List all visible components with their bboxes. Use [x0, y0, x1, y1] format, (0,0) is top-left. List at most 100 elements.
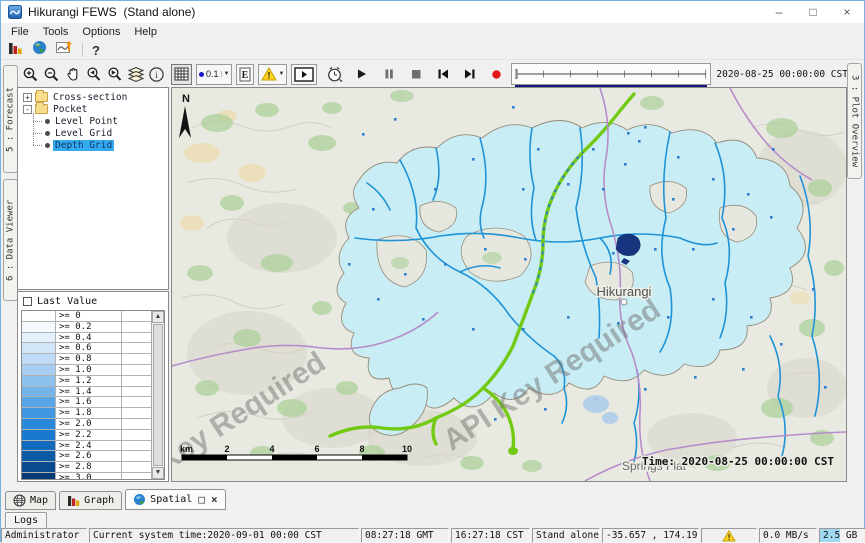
close-button[interactable]: ×: [830, 1, 864, 23]
legend-color-swatch: [22, 343, 56, 353]
tree-item-label[interactable]: Pocket: [51, 104, 89, 115]
timeline-slider[interactable]: [511, 63, 711, 85]
legend-color-swatch: [22, 419, 56, 429]
tree-item-label[interactable]: Cross-section: [51, 92, 129, 103]
legend-row: >= 2.8: [22, 462, 151, 473]
legend-row: >= 0.4: [22, 333, 151, 344]
legend-value-label: >= 0.8: [56, 354, 122, 364]
record-button[interactable]: [487, 64, 506, 84]
legend-value-label: >= 1.6: [56, 397, 122, 407]
scrollbar-thumb[interactable]: [153, 324, 163, 466]
legend-row: >= 1.8: [22, 408, 151, 419]
legend-row: >= 1.2: [22, 376, 151, 387]
pan-hand-button[interactable]: [63, 64, 82, 84]
legend-value-label: >= 2.2: [56, 430, 122, 440]
maximize-button[interactable]: □: [796, 1, 830, 23]
tree-item-label[interactable]: Level Point: [53, 116, 120, 127]
menu-help[interactable]: Help: [127, 26, 164, 38]
map-toolbar: i 0.1▼ E ! ▼: [21, 61, 847, 87]
stop-button[interactable]: [406, 64, 425, 84]
play-button[interactable]: [352, 64, 371, 84]
skip-to-start-button[interactable]: [433, 64, 452, 84]
legend-value-label: >= 1.8: [56, 408, 122, 418]
map-time-label: Time: 2020-08-25 00:00:00 CST: [642, 455, 834, 468]
skip-to-end-button[interactable]: [460, 64, 479, 84]
menu-tools[interactable]: Tools: [36, 26, 76, 38]
zoom-next-button[interactable]: [105, 64, 124, 84]
pause-button[interactable]: [379, 64, 398, 84]
zoom-in-button[interactable]: [21, 64, 40, 84]
tab-graph[interactable]: Graph: [59, 491, 122, 510]
contour-dot-icon: [199, 72, 204, 77]
database-chart-icon[interactable]: [8, 41, 23, 60]
tab-data-viewer[interactable]: 6 : Data Viewer: [3, 179, 18, 301]
tree-item-depth-grid[interactable]: Depth Grid: [28, 139, 168, 151]
scroll-down-icon[interactable]: ▼: [152, 467, 164, 479]
minimize-button[interactable]: –: [762, 1, 796, 23]
bullet-icon: [45, 119, 50, 124]
tree-item-cross-section[interactable]: + Cross-section: [23, 91, 168, 103]
folder-icon: [35, 104, 48, 114]
dock-maximize-icon[interactable]: □: [198, 493, 205, 506]
status-warning-cell[interactable]: !: [701, 528, 757, 543]
svg-text:!: !: [268, 71, 271, 81]
status-gmt-time: 08:27:18 GMT: [361, 528, 449, 543]
globe-icon[interactable]: [32, 40, 47, 60]
time-navigator-clock-icon[interactable]: [325, 64, 344, 84]
tree-item-level-grid[interactable]: Level Grid: [28, 127, 168, 139]
legend-scrollbar[interactable]: ▲ ▼: [151, 311, 164, 479]
contour-interval-dropdown[interactable]: 0.1▼: [196, 64, 232, 85]
tab-map[interactable]: Map: [5, 491, 56, 510]
help-button[interactable]: ?: [92, 43, 100, 58]
collapse-icon[interactable]: -: [23, 105, 32, 114]
tree-children: Level Point Level Grid Depth Grid: [28, 115, 168, 151]
tab-spatial[interactable]: Spatial □ ×: [125, 489, 225, 510]
expand-icon[interactable]: +: [23, 93, 32, 102]
scroll-up-icon[interactable]: ▲: [152, 311, 164, 323]
logs-button[interactable]: Logs: [5, 512, 47, 529]
legend-value-label: >= 0.2: [56, 322, 122, 332]
legend-color-swatch: [22, 365, 56, 375]
tree-item-level-point[interactable]: Level Point: [28, 115, 168, 127]
menu-options[interactable]: Options: [75, 26, 127, 38]
grid-toggle-button[interactable]: [171, 64, 192, 85]
legend-row-filler: [122, 462, 151, 472]
warning-dropdown-button[interactable]: ! ▼: [258, 64, 287, 85]
legend-row-filler: [122, 430, 151, 440]
svg-text:4: 4: [269, 444, 274, 454]
legend-value-label: >= 0.4: [56, 333, 122, 343]
tab-forecast[interactable]: 5 : Forecast: [3, 65, 18, 173]
label-toggle-button[interactable]: E: [236, 64, 254, 85]
layer-tree: + Cross-section - Pocket Level Point Lev…: [17, 87, 169, 290]
window-title: Hikurangi FEWS (Stand alone): [28, 5, 195, 19]
legend-row-filler: [122, 441, 151, 451]
spatial-display-icon[interactable]: [56, 40, 73, 60]
legend-color-swatch: [22, 354, 56, 364]
legend-row-filler: [122, 343, 151, 353]
info-button[interactable]: i: [147, 64, 166, 84]
tree-item-pocket[interactable]: - Pocket: [23, 103, 168, 115]
animation-window-button[interactable]: [291, 64, 317, 85]
menu-file[interactable]: File: [4, 26, 36, 38]
tree-item-label-selected[interactable]: Depth Grid: [53, 140, 114, 151]
legend-row-filler: [122, 333, 151, 343]
spatial-map-view[interactable]: API Key Required API Key Required Hikura…: [171, 87, 847, 482]
zoom-out-button[interactable]: [42, 64, 61, 84]
legend-value-label: >= 2.0: [56, 419, 122, 429]
legend-row-filler: [122, 397, 151, 407]
tree-item-label[interactable]: Level Grid: [53, 128, 114, 139]
legend-color-swatch: [22, 387, 56, 397]
timeline-ruler: [515, 69, 707, 79]
tab-plot-overview[interactable]: 3 : Plot Overview: [847, 63, 862, 179]
legend-row: >= 2.2: [22, 430, 151, 441]
layers-button[interactable]: [126, 64, 145, 84]
legend-value-label: >= 0.6: [56, 343, 122, 353]
zoom-previous-button[interactable]: [84, 64, 103, 84]
legend-row: >= 2.4: [22, 441, 151, 452]
legend-value-label: >= 0: [56, 311, 122, 321]
globe-icon: [133, 493, 146, 506]
chevron-down-icon: ▼: [221, 71, 230, 77]
legend-row-filler: [122, 419, 151, 429]
last-value-checkbox[interactable]: [23, 297, 32, 306]
dock-close-icon[interactable]: ×: [211, 493, 218, 506]
